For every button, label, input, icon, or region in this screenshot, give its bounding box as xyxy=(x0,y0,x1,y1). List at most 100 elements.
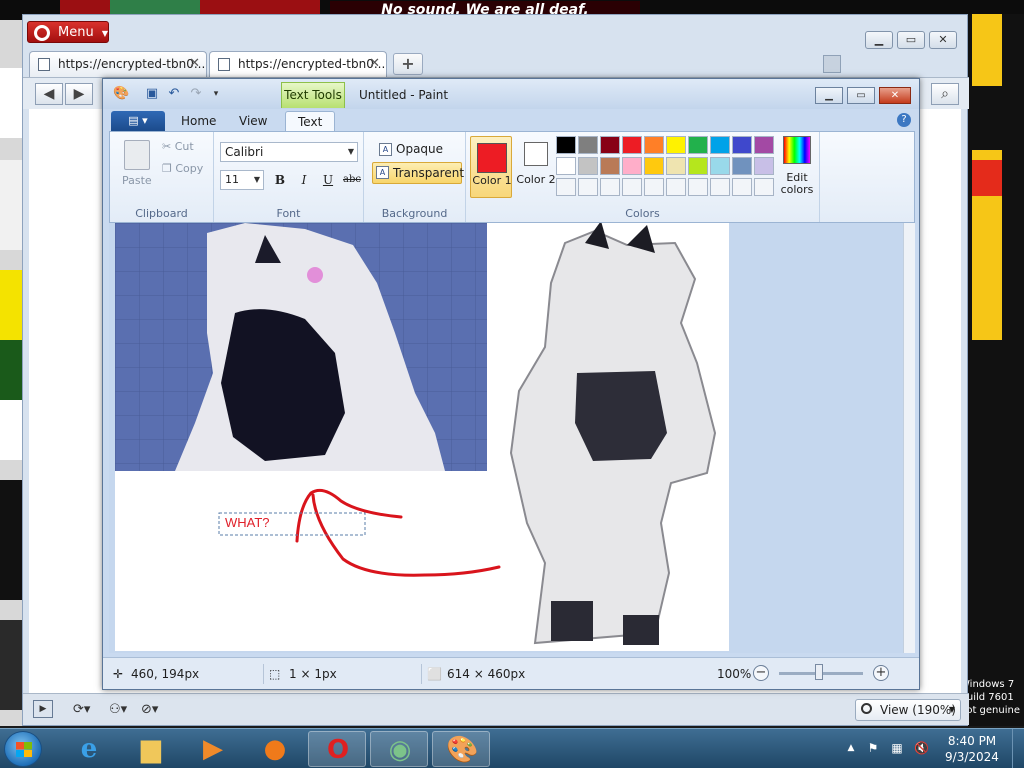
taskbar-internet-explorer[interactable]: e xyxy=(60,731,118,767)
paste-button[interactable]: Paste xyxy=(122,174,152,187)
edit-colors-button[interactable]: Edit colors xyxy=(778,136,816,198)
undo-icon[interactable]: ↶ xyxy=(167,87,181,101)
palette-swatch[interactable] xyxy=(600,157,620,175)
palette-swatch[interactable] xyxy=(600,136,620,154)
clock-time[interactable]: 8:40 PM xyxy=(942,734,1002,748)
palette-swatch[interactable] xyxy=(754,136,774,154)
palette-swatch[interactable] xyxy=(556,136,576,154)
palette-swatch[interactable] xyxy=(688,157,708,175)
copy-button[interactable]: ❐ Copy xyxy=(162,162,203,175)
palette-swatch[interactable] xyxy=(622,157,642,175)
palette-custom-slot[interactable] xyxy=(666,178,686,196)
vertical-scrollbar[interactable] xyxy=(903,223,915,653)
taskbar-media-player[interactable]: ▶ xyxy=(184,731,242,767)
browser-menu-button[interactable]: Menu ▼ xyxy=(27,21,109,43)
taskbar-opera[interactable]: O xyxy=(308,731,366,767)
close-icon[interactable]: ✕ xyxy=(189,52,200,76)
zoom-out-button[interactable]: − xyxy=(753,665,769,681)
taskbar-browser-window[interactable]: ◉ xyxy=(370,731,428,767)
opaque-option[interactable]: A Opaque xyxy=(376,140,462,158)
palette-swatch[interactable] xyxy=(578,136,598,154)
underline-button[interactable]: U xyxy=(318,170,338,190)
palette-swatch[interactable] xyxy=(578,157,598,175)
italic-button[interactable]: I xyxy=(294,170,314,190)
scissors-icon: ✂ xyxy=(162,140,172,153)
paint-close-button[interactable]: ✕ xyxy=(879,87,911,104)
customize-toolbar-icon[interactable]: ▾ xyxy=(209,87,223,101)
action-center-flag-icon[interactable]: ⚑ xyxy=(866,741,880,755)
font-size-dropdown[interactable]: 11 ▼ xyxy=(220,170,264,190)
palette-swatch[interactable] xyxy=(666,157,686,175)
palette-swatch[interactable] xyxy=(710,157,730,175)
show-desktop-button[interactable] xyxy=(1012,729,1024,768)
tab-cascade-icon[interactable] xyxy=(823,55,841,73)
search-button[interactable]: ⌕ xyxy=(931,83,959,105)
palette-custom-slot[interactable] xyxy=(622,178,642,196)
cut-button[interactable]: ✂ Cut xyxy=(162,140,194,153)
taskbar-paint[interactable]: 🎨 xyxy=(432,731,490,767)
color-palette xyxy=(556,136,774,200)
tab-view[interactable]: View xyxy=(227,111,279,131)
back-button[interactable]: ◀ xyxy=(35,83,63,105)
palette-swatch[interactable] xyxy=(644,136,664,154)
browser-minimize-button[interactable]: ▁ xyxy=(865,31,893,49)
panel-toggle-icon[interactable]: ▶ xyxy=(33,700,53,718)
taskbar-file-explorer[interactable]: ▆ xyxy=(122,731,180,767)
palette-custom-slot[interactable] xyxy=(732,178,752,196)
start-button[interactable] xyxy=(4,731,42,767)
paint-minimize-button[interactable]: ▁ xyxy=(815,87,843,104)
block-icon[interactable]: ⊘▾ xyxy=(141,700,158,720)
transparent-option[interactable]: A Transparent xyxy=(372,162,464,184)
palette-custom-slot[interactable] xyxy=(556,178,576,196)
canvas-text-box[interactable]: WHAT? xyxy=(225,515,270,530)
palette-swatch[interactable] xyxy=(732,136,752,154)
paint-canvas[interactable]: WHAT? xyxy=(115,223,729,651)
zoom-in-button[interactable]: + xyxy=(873,665,889,681)
palette-swatch[interactable] xyxy=(556,157,576,175)
palette-swatch[interactable] xyxy=(754,157,774,175)
sync-icon[interactable]: ⟳▾ xyxy=(73,700,90,720)
new-tab-button[interactable]: + xyxy=(393,53,423,75)
paint-file-menu-button[interactable]: ▤ ▾ xyxy=(111,111,165,131)
redo-icon[interactable]: ↷ xyxy=(189,87,203,101)
help-icon[interactable]: ? xyxy=(897,113,911,127)
font-family-dropdown[interactable]: Calibri ▼ xyxy=(220,142,358,162)
color1-button[interactable]: Color 1 xyxy=(470,136,512,198)
save-icon[interactable]: ▣ xyxy=(145,87,159,101)
browser-close-button[interactable]: ✕ xyxy=(929,31,957,49)
zoom-slider-thumb[interactable] xyxy=(815,664,823,680)
palette-custom-slot[interactable] xyxy=(710,178,730,196)
bold-button[interactable]: B xyxy=(270,170,290,190)
network-icon[interactable]: ▦ xyxy=(890,741,904,755)
palette-custom-slot[interactable] xyxy=(578,178,598,196)
palette-swatch[interactable] xyxy=(622,136,642,154)
palette-swatch[interactable] xyxy=(710,136,730,154)
volume-muted-icon[interactable]: 🔇 xyxy=(914,741,929,755)
palette-swatch[interactable] xyxy=(688,136,708,154)
strikethrough-button[interactable]: abc xyxy=(340,170,364,190)
palette-swatch[interactable] xyxy=(666,136,686,154)
palette-custom-slot[interactable] xyxy=(600,178,620,196)
palette-swatch[interactable] xyxy=(644,157,664,175)
show-hidden-icons-icon[interactable]: ▲ xyxy=(844,741,858,755)
color2-button[interactable] xyxy=(524,142,548,166)
palette-custom-slot[interactable] xyxy=(754,178,774,196)
browser-tab-active[interactable]: https://encrypted-tbn0... ✕ xyxy=(209,51,387,77)
share-icon[interactable]: ⚇▾ xyxy=(109,700,127,720)
palette-custom-slot[interactable] xyxy=(644,178,664,196)
browser-maximize-button[interactable]: ▭ xyxy=(897,31,925,49)
palette-swatch[interactable] xyxy=(732,157,752,175)
clock-date[interactable]: 9/3/2024 xyxy=(942,750,1002,764)
taskbar-firefox[interactable]: ● xyxy=(246,731,304,767)
palette-custom-slot[interactable] xyxy=(688,178,708,196)
tab-text[interactable]: Text xyxy=(285,111,336,131)
tab-home[interactable]: Home xyxy=(169,111,228,131)
close-icon[interactable]: ✕ xyxy=(369,52,380,76)
paint-maximize-button[interactable]: ▭ xyxy=(847,87,875,104)
taskbar: e ▆ ▶ ● O ◉ 🎨 ▲ ⚑ ▦ 🔇 8:40 PM 9/3/2024 xyxy=(0,728,1024,768)
paste-icon[interactable] xyxy=(124,140,150,170)
forward-button[interactable]: ▶ xyxy=(65,83,93,105)
browser-tab[interactable]: https://encrypted-tbn0... ✕ xyxy=(29,51,207,77)
paint-app-icon[interactable]: 🎨 xyxy=(113,87,129,101)
view-zoom-dropdown[interactable]: View (190%) ▼ xyxy=(855,699,961,721)
